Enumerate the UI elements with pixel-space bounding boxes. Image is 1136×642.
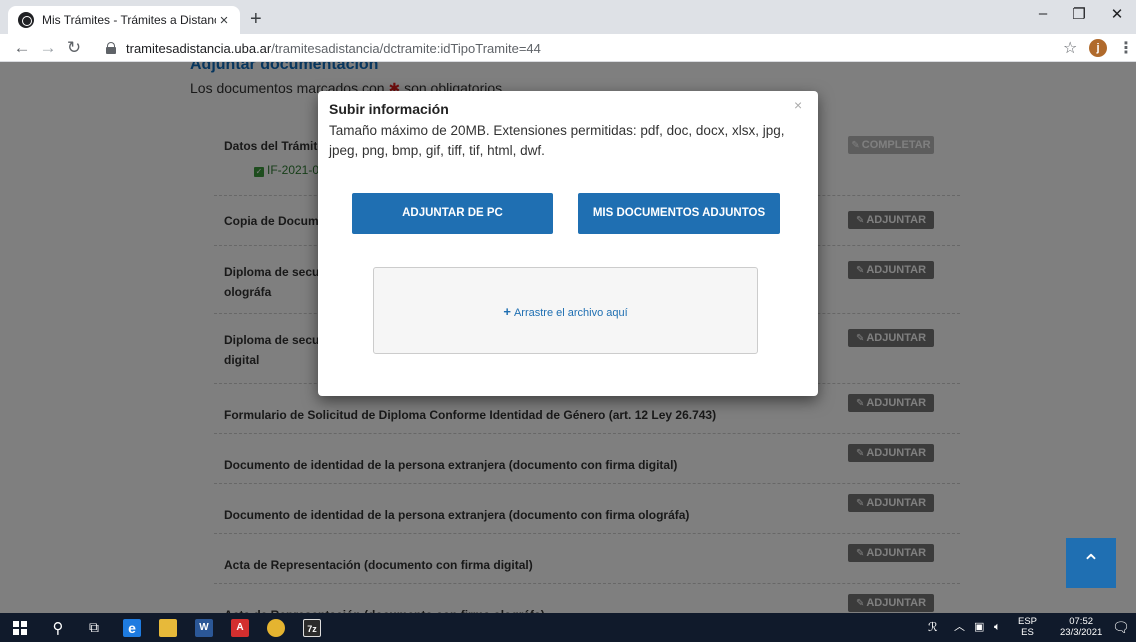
mis-documentos-adjuntos-button[interactable]: MIS DOCUMENTOS ADJUNTOS <box>578 193 780 234</box>
reload-icon[interactable]: ↻ <box>64 37 84 59</box>
window-close-button[interactable]: ✕ <box>1102 5 1132 23</box>
folder-icon <box>159 618 177 637</box>
acrobat-icon: A <box>231 618 249 637</box>
taskbar-chrome[interactable] <box>258 613 294 642</box>
edge-icon: e <box>123 618 141 637</box>
search-icon[interactable]: ⚲ <box>40 613 76 642</box>
window-minimize-button[interactable]: – <box>1028 5 1058 22</box>
chevron-up-icon: ⌃ <box>1081 550 1101 575</box>
tab-title: Mis Trámites - Trámites a Distanc <box>42 13 216 27</box>
windows-taskbar: ⚲ ⧉ e W A 7z ℛ ︿ ▣ 🔈︎ ESP ES 07:52 23/3/20… <box>0 613 1136 642</box>
word-icon: W <box>195 618 213 637</box>
windows-logo-icon <box>13 620 27 635</box>
tab-close-icon[interactable]: × <box>216 12 232 29</box>
browser-tabstrip: Mis Trámites - Trámites a Distanc × + – … <box>0 0 1136 34</box>
file-dropzone[interactable]: + Arrastre el archivo aquí <box>373 267 758 354</box>
system-clock[interactable]: 07:52 23/3/2021 <box>1060 616 1102 638</box>
chrome-icon <box>267 618 285 637</box>
scroll-to-top-button[interactable]: ⌃ <box>1066 538 1116 588</box>
task-view-icon[interactable]: ⧉ <box>76 613 112 642</box>
7zip-icon: 7z <box>303 618 321 637</box>
back-arrow-icon[interactable]: ← <box>12 37 32 59</box>
modal-close-icon[interactable]: × <box>794 97 802 113</box>
modal-title: Subir información <box>329 101 449 117</box>
window-restore-button[interactable]: ❐ <box>1064 5 1094 23</box>
plus-icon: + <box>503 304 511 319</box>
notifications-icon[interactable]: 🗨︎ <box>1112 613 1130 642</box>
volume-icon[interactable]: 🔈︎ <box>994 613 1001 642</box>
upload-modal: Subir información × Tamaño máximo de 20M… <box>318 91 818 396</box>
url-path: /tramitesadistancia/dctramite:idTipoTram… <box>271 40 541 56</box>
browser-tab[interactable]: Mis Trámites - Trámites a Distanc × <box>8 6 240 34</box>
people-icon[interactable]: ℛ <box>928 613 938 642</box>
taskbar-7zip[interactable]: 7z <box>294 613 330 642</box>
taskbar-explorer[interactable] <box>150 613 186 642</box>
forward-arrow-icon[interactable]: → <box>38 37 58 59</box>
language-indicator[interactable]: ESP ES <box>1018 616 1037 638</box>
profile-avatar[interactable]: j <box>1089 39 1107 57</box>
taskbar-word[interactable]: W <box>186 613 222 642</box>
url-host: tramitesadistancia.uba.ar <box>126 40 272 56</box>
network-icon[interactable]: ▣ <box>974 613 984 642</box>
adjuntar-de-pc-button[interactable]: ADJUNTAR DE PC <box>352 193 553 234</box>
start-button[interactable] <box>2 613 38 642</box>
new-tab-button[interactable]: + <box>250 9 262 29</box>
bookmark-star-icon[interactable]: ☆ <box>1063 38 1077 58</box>
browser-toolbar: ← → ↻ tramitesadistancia.uba.ar /tramite… <box>0 34 1136 62</box>
lock-icon <box>106 42 116 54</box>
address-bar[interactable]: tramitesadistancia.uba.ar /tramitesadist… <box>92 36 1052 60</box>
browser-menu-icon[interactable]: ⋮ <box>1118 38 1134 58</box>
site-favicon-icon <box>18 12 34 28</box>
taskbar-edge[interactable]: e <box>114 613 150 642</box>
taskbar-acrobat[interactable]: A <box>222 613 258 642</box>
chevron-up-icon[interactable]: ︿ <box>954 613 965 642</box>
dropzone-label: Arrastre el archivo aquí <box>513 307 628 319</box>
modal-description: Tamaño máximo de 20MB. Extensiones permi… <box>329 123 785 158</box>
